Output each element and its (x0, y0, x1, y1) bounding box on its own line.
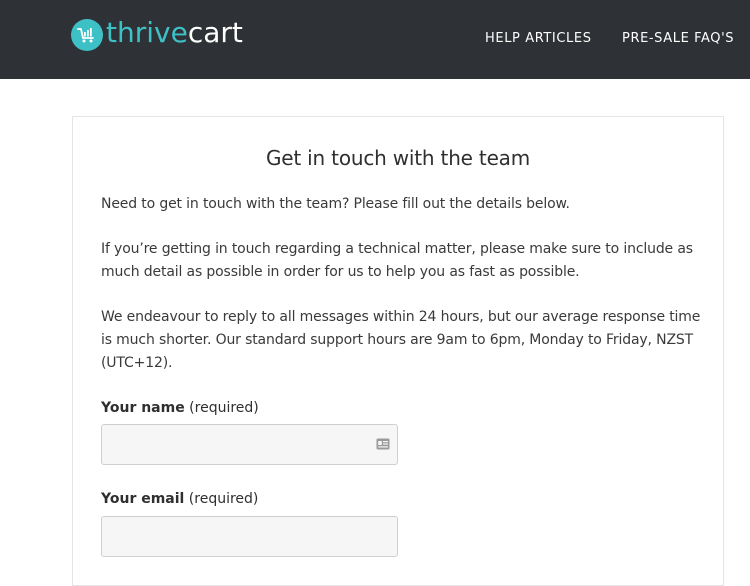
name-field-label: Your name (required) (101, 398, 259, 418)
name-required-text: (required) (189, 400, 259, 416)
contact-card-icon[interactable] (376, 438, 390, 450)
cart-logo-icon (71, 19, 103, 51)
email-field-label: Your email (required) (101, 489, 258, 509)
email-input[interactable] (101, 516, 398, 557)
thrivecart-logo[interactable]: thrivecart (71, 16, 243, 54)
site-header: thrivecart HELP ARTICLES PRE-SALE FAQ'S (0, 0, 750, 79)
technical-matter-paragraph: If you’re getting in touch regarding a t… (101, 241, 693, 280)
logo-text-thrive: thrive (106, 16, 188, 49)
logo-text-cart: cart (187, 16, 243, 49)
name-label-text: Your name (101, 400, 185, 416)
support-hours-paragraph: We endeavour to reply to all messages wi… (101, 309, 701, 371)
email-required-text: (required) (188, 491, 259, 507)
page-title: Get in touch with the team (265, 146, 531, 170)
nav-link-presale-faqs[interactable]: PRE-SALE FAQ'S (622, 30, 734, 48)
email-label-text: Your email (101, 491, 185, 507)
nav-link-help-articles[interactable]: HELP ARTICLES (485, 30, 592, 48)
logo-wordmark: thrivecart (106, 14, 243, 52)
intro-paragraph: Need to get in touch with the team? Plea… (101, 196, 570, 212)
name-input[interactable] (101, 424, 398, 465)
